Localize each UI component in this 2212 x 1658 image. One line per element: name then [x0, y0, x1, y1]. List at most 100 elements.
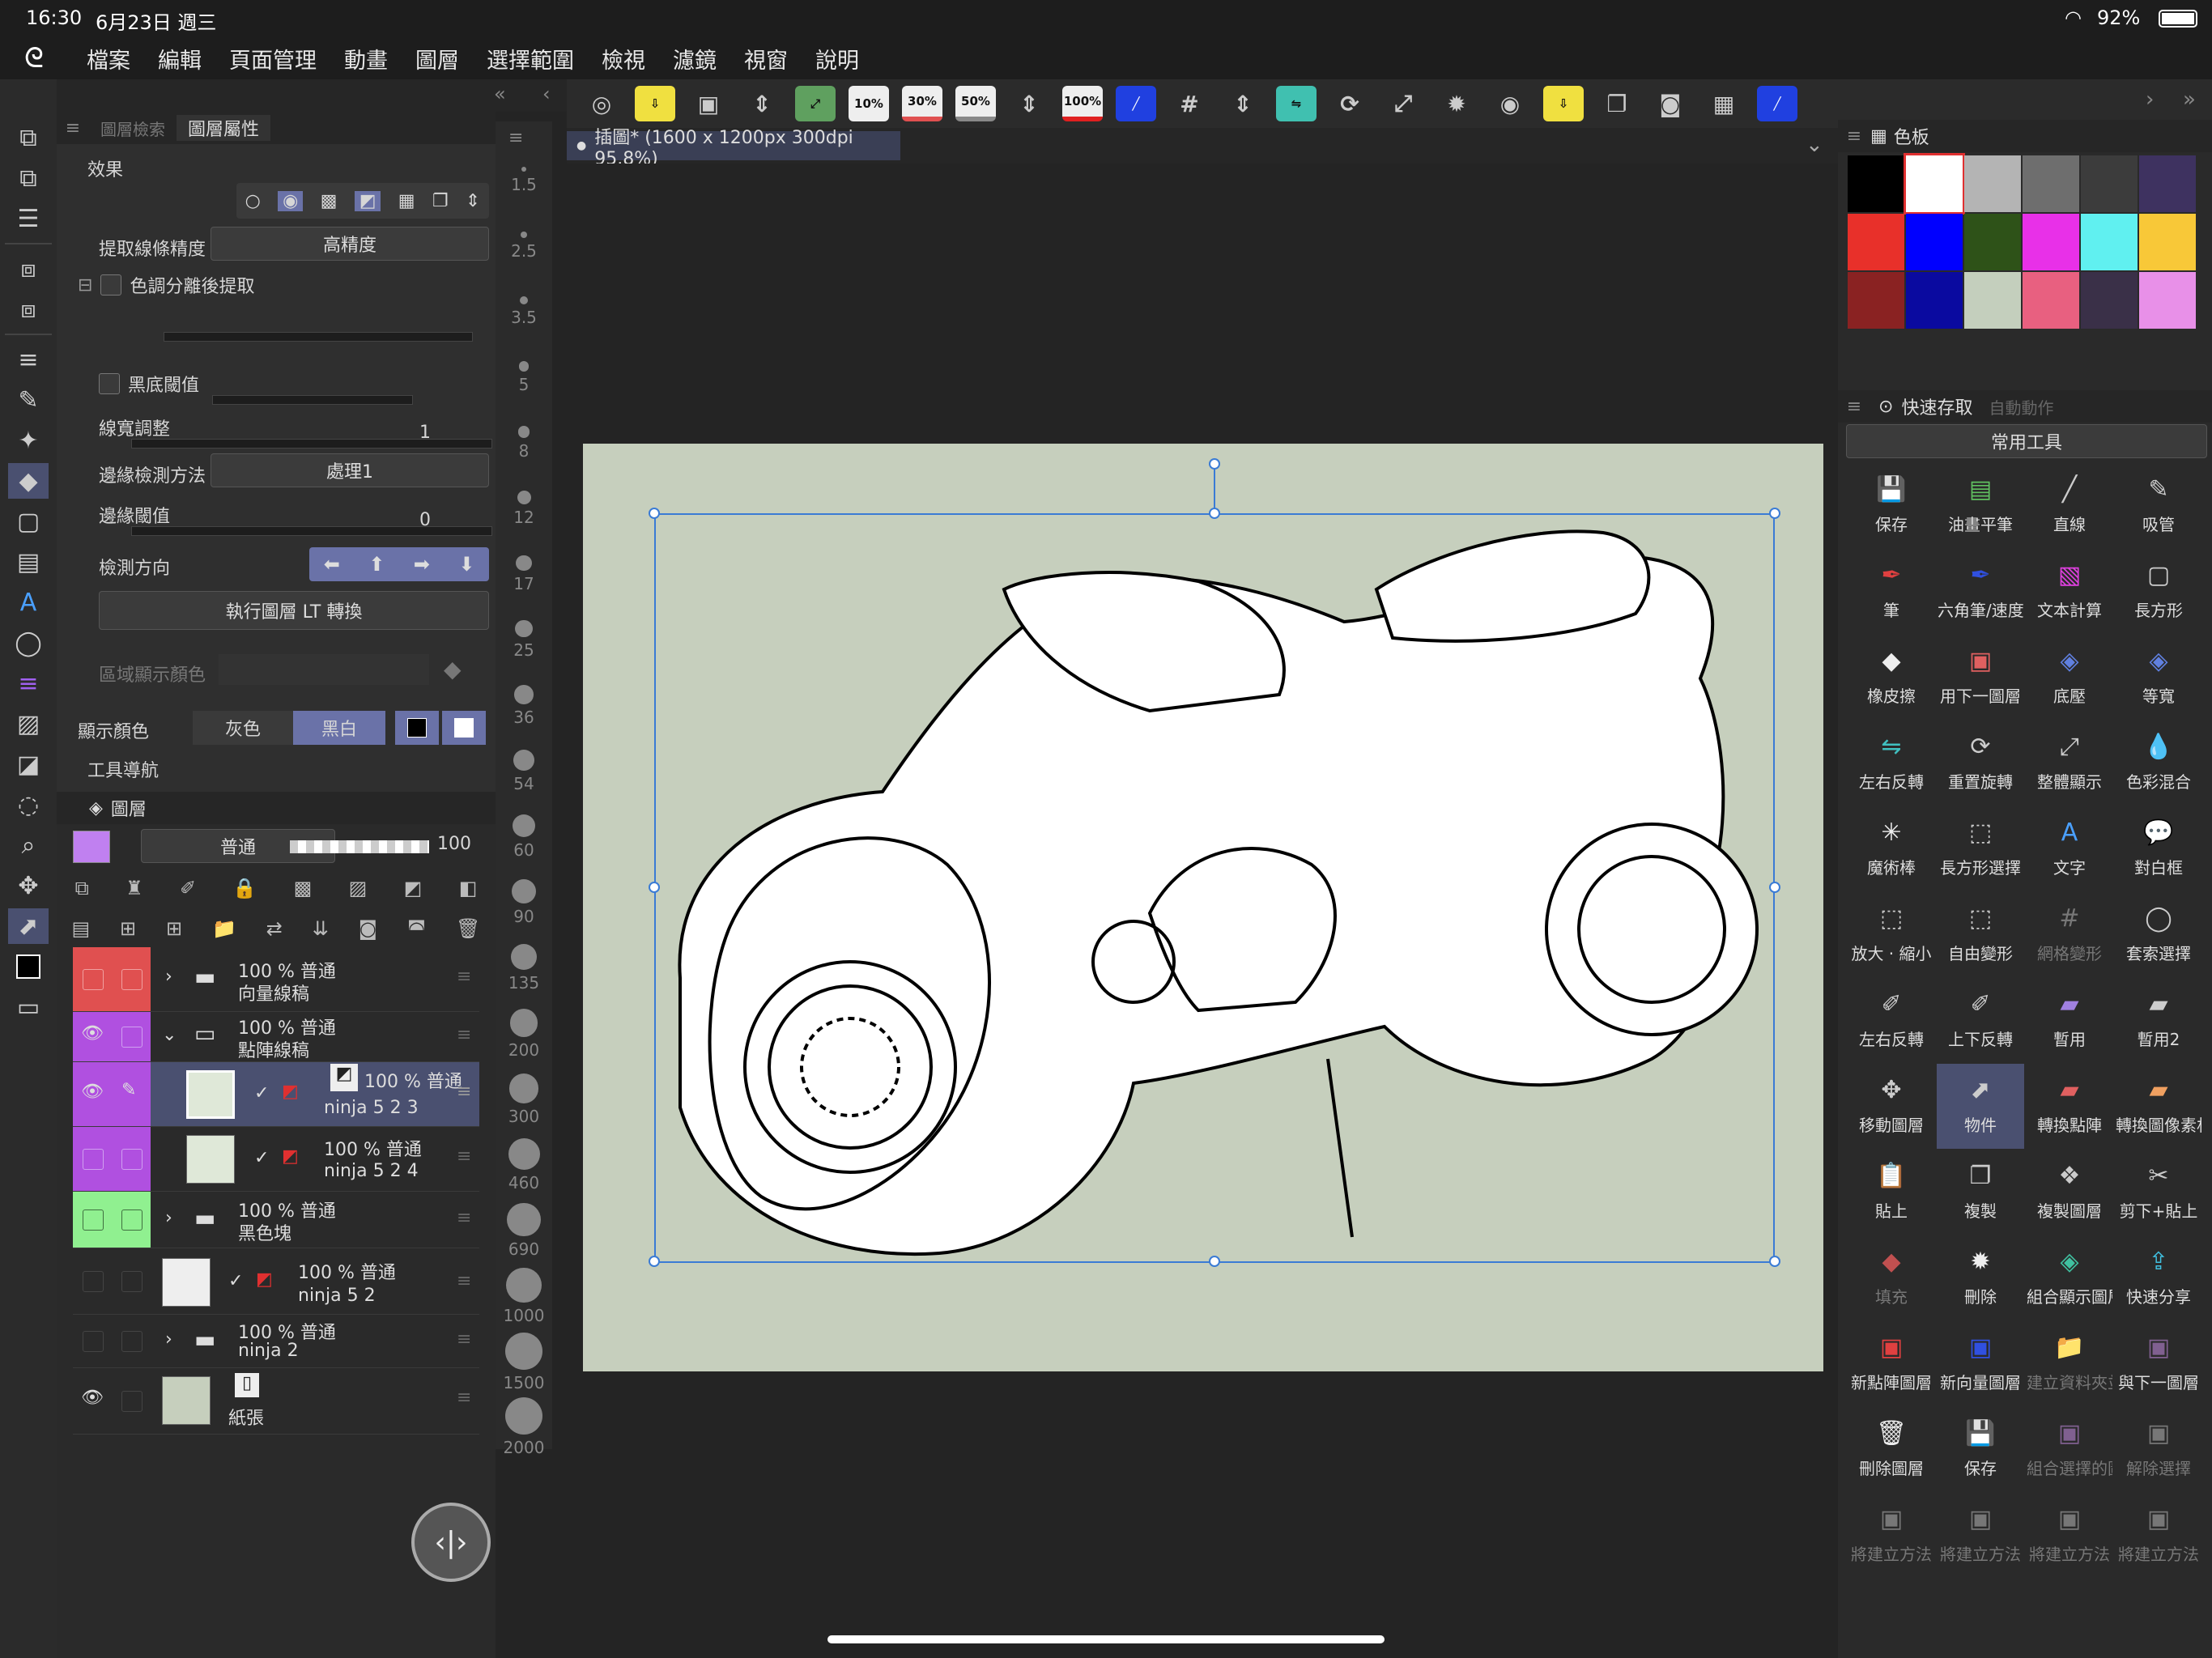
tone-extract-checkbox[interactable]	[100, 274, 122, 295]
visibility-toggle[interactable]	[73, 1248, 112, 1314]
quick-access-item[interactable]: A 文字	[2026, 806, 2113, 891]
handle-bottom[interactable]	[1209, 1256, 1220, 1267]
quick-access-item[interactable]: ◈ 底壓	[2026, 635, 2113, 720]
quick-access-item[interactable]: ✐ 上下反轉	[1937, 978, 2024, 1063]
color-swatch[interactable]	[1906, 214, 1963, 270]
transparent-swatch-icon[interactable]: ▭	[8, 989, 49, 1025]
apply-mask-icon[interactable]: ◚	[407, 917, 426, 940]
lock-toggle[interactable]	[112, 1127, 151, 1191]
panel-menu-icon-2[interactable]: ≡	[1838, 397, 1870, 417]
flip-icon[interactable]: ⇋	[1276, 86, 1317, 121]
white-color-button[interactable]	[442, 711, 486, 745]
effect-tone-icon[interactable]: ▩	[321, 191, 338, 211]
tab-quick-access[interactable]: 快速存取	[1901, 393, 1989, 419]
fit-view-icon[interactable]: ⤢	[1383, 86, 1423, 121]
line-width-value[interactable]: 1	[419, 423, 431, 443]
panel-menu-icon[interactable]: ≡	[1838, 126, 1870, 147]
visibility-toggle[interactable]	[73, 947, 112, 1011]
arrow-down-icon[interactable]: ⬇	[458, 553, 474, 576]
pen-blue-icon[interactable]: ╱	[1116, 86, 1156, 121]
combine-icon[interactable]: ⇊	[313, 917, 329, 940]
color-swatch[interactable]	[1904, 153, 1965, 215]
quick-access-item[interactable]: 🗑 刪除圖層	[1848, 1407, 1935, 1492]
move-tool-icon[interactable]: ✥	[8, 868, 49, 903]
handle-bottom-left[interactable]	[649, 1256, 660, 1267]
menu-help[interactable]: 說明	[802, 43, 873, 74]
brush-size-item[interactable]: 17	[496, 555, 552, 593]
quick-access-item[interactable]: ⇪ 快速分享	[2115, 1235, 2202, 1320]
text-tool-icon[interactable]: A	[8, 585, 49, 620]
brush-size-item[interactable]: 12	[496, 491, 552, 527]
lock-toggle[interactable]	[112, 1192, 151, 1248]
selection-bounding-box[interactable]	[654, 513, 1775, 1263]
drag-handle-icon[interactable]: ≡	[457, 1329, 471, 1350]
color-swatch[interactable]	[1964, 155, 2021, 212]
lock-toggle[interactable]	[112, 1368, 151, 1434]
menu-page[interactable]: 頁面管理	[215, 43, 330, 74]
lt-icon[interactable]: ◩	[404, 877, 423, 899]
brush-size-item[interactable]: 90	[496, 879, 552, 926]
quick-access-item[interactable]: # 網格變形	[2026, 892, 2113, 977]
transfer-icon[interactable]: ⇄	[266, 917, 283, 940]
quick-access-item[interactable]: ⬈ 物件	[1937, 1064, 2024, 1149]
brush-size-item[interactable]: 3.5	[496, 296, 552, 327]
quick-access-item[interactable]: 📋 貼上	[1848, 1150, 1935, 1235]
menu-selection[interactable]: 選擇範圍	[473, 43, 588, 74]
layer-menu-icon[interactable]: ▤	[71, 917, 90, 940]
drag-handle-icon[interactable]: ≡	[457, 1025, 471, 1045]
brush-size-item[interactable]: 1.5	[496, 167, 552, 194]
rotate-handle[interactable]	[1209, 458, 1220, 470]
grid-icon[interactable]: #	[1169, 86, 1210, 121]
line-width-slider[interactable]	[131, 439, 492, 449]
layers-icon[interactable]: ▦	[1704, 86, 1744, 121]
collapse-minus-icon[interactable]: ⊟	[78, 275, 92, 295]
zoom-30-button[interactable]: 30%	[902, 86, 942, 121]
color-swatch[interactable]	[2139, 214, 2196, 270]
lock-toggle[interactable]	[112, 1248, 151, 1314]
opacity-slider[interactable]	[290, 840, 429, 853]
layer-row-ninja-523[interactable]: 👁 ✎ ✓ ◩ ◩ 100 % 普通 ninja 5 2 3 ≡	[73, 1062, 479, 1127]
quick-access-item[interactable]: ✹ 刪除	[1937, 1235, 2024, 1320]
save-icon[interactable]: ⇩	[635, 86, 675, 121]
zoom-10-button[interactable]: 10%	[849, 86, 889, 121]
lock-toggle[interactable]	[112, 1012, 151, 1061]
menu-layer[interactable]: 圖層	[402, 43, 473, 74]
quick-access-item[interactable]: ▰ 轉換圖像素材	[2115, 1064, 2202, 1149]
new-vector-icon[interactable]: ⊞	[166, 917, 182, 940]
brush-size-item[interactable]: 2.5	[496, 232, 552, 261]
color-swatch-icon[interactable]	[8, 949, 49, 984]
zoom-100-button[interactable]: 100%	[1062, 86, 1103, 121]
sparkle-tool-icon[interactable]: ✦	[8, 423, 49, 458]
layer-row-black-block[interactable]: › ▬ 100 % 普通 黑色塊 ≡	[73, 1192, 479, 1248]
quick-access-item[interactable]: ⬚ 長方形選擇	[1937, 806, 2024, 891]
ruler-tool-icon[interactable]: ≡	[8, 665, 49, 701]
fill-tool-icon[interactable]: ▨	[8, 706, 49, 742]
arrow-left-icon[interactable]: ⬅	[324, 553, 340, 576]
effect-lt-icon[interactable]: ◩	[354, 190, 381, 211]
stepper-icon-2[interactable]: ⇕	[1009, 86, 1049, 121]
extract-precision-select[interactable]: 高精度	[211, 227, 489, 261]
color-swatch[interactable]	[2139, 272, 2196, 329]
drag-handle-icon[interactable]: ≡	[457, 1146, 471, 1167]
document-tab[interactable]: ● 插圖* (1600 x 1200px 300dpi 95.8%)	[567, 128, 900, 169]
bw-button[interactable]: 黑白	[293, 711, 385, 745]
lasso-tool-icon[interactable]: ◌	[8, 787, 49, 823]
magic-icon[interactable]: ✹	[1436, 86, 1477, 121]
tone-slider[interactable]	[164, 332, 473, 342]
quick-access-item[interactable]: ✳ 魔術棒	[1848, 806, 1935, 891]
effect-extract-icon[interactable]: ◉	[278, 190, 304, 211]
menu-filter[interactable]: 濾鏡	[659, 43, 730, 74]
quick-access-item[interactable]: ▣ 與下一圖層	[2115, 1321, 2202, 1406]
quick-access-item[interactable]: ▣ 組合選擇的圖	[2026, 1407, 2113, 1492]
opacity-value[interactable]: 100	[437, 834, 471, 854]
quick-access-item[interactable]: ◯ 套索選擇	[2115, 892, 2202, 977]
brush-size-item[interactable]: 5	[496, 361, 552, 394]
layer-property-tool-icon[interactable]: ⧉	[8, 160, 49, 196]
brush-size-item[interactable]: 1500	[496, 1333, 552, 1392]
camera-icon[interactable]: ◙	[1650, 86, 1691, 121]
stepper-icon[interactable]: ⇕	[742, 86, 782, 121]
tab-auto-action[interactable]: 自動動作	[1989, 395, 2053, 419]
clip-layer-icon[interactable]: ⧉	[75, 877, 89, 899]
quick-access-item[interactable]: ◆ 橡皮擦	[1848, 635, 1935, 720]
zoom-50-button[interactable]: 50%	[955, 86, 996, 121]
